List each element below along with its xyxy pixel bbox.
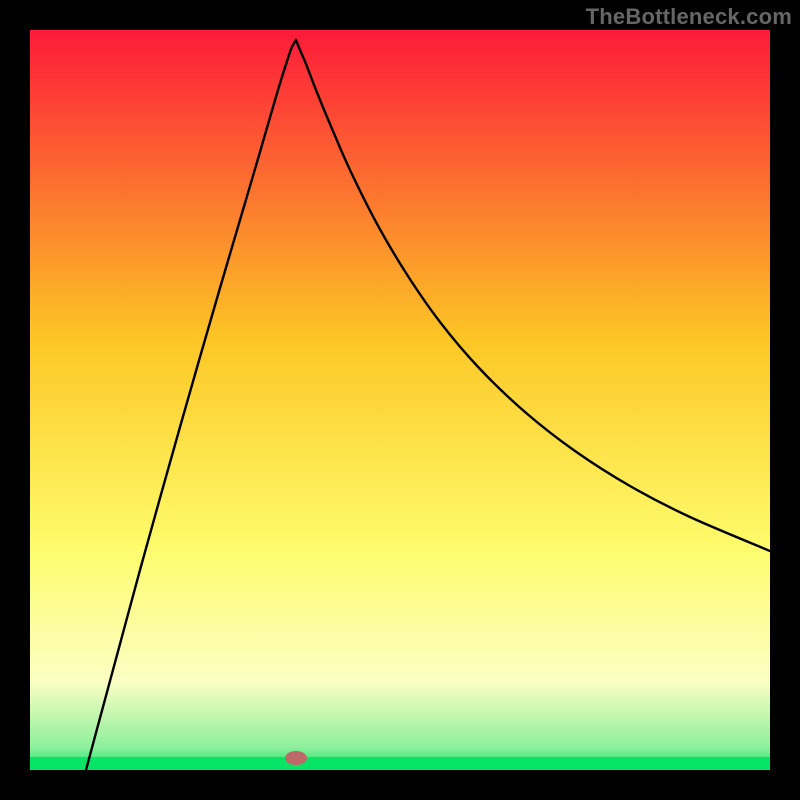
watermark-label: TheBottleneck.com <box>586 4 792 30</box>
plot-area <box>30 30 770 770</box>
green-bottom-band <box>30 757 770 770</box>
chart-frame: TheBottleneck.com <box>0 0 800 800</box>
gradient-background <box>30 30 770 770</box>
chart-svg <box>30 30 770 770</box>
optimal-point-marker <box>285 751 307 765</box>
